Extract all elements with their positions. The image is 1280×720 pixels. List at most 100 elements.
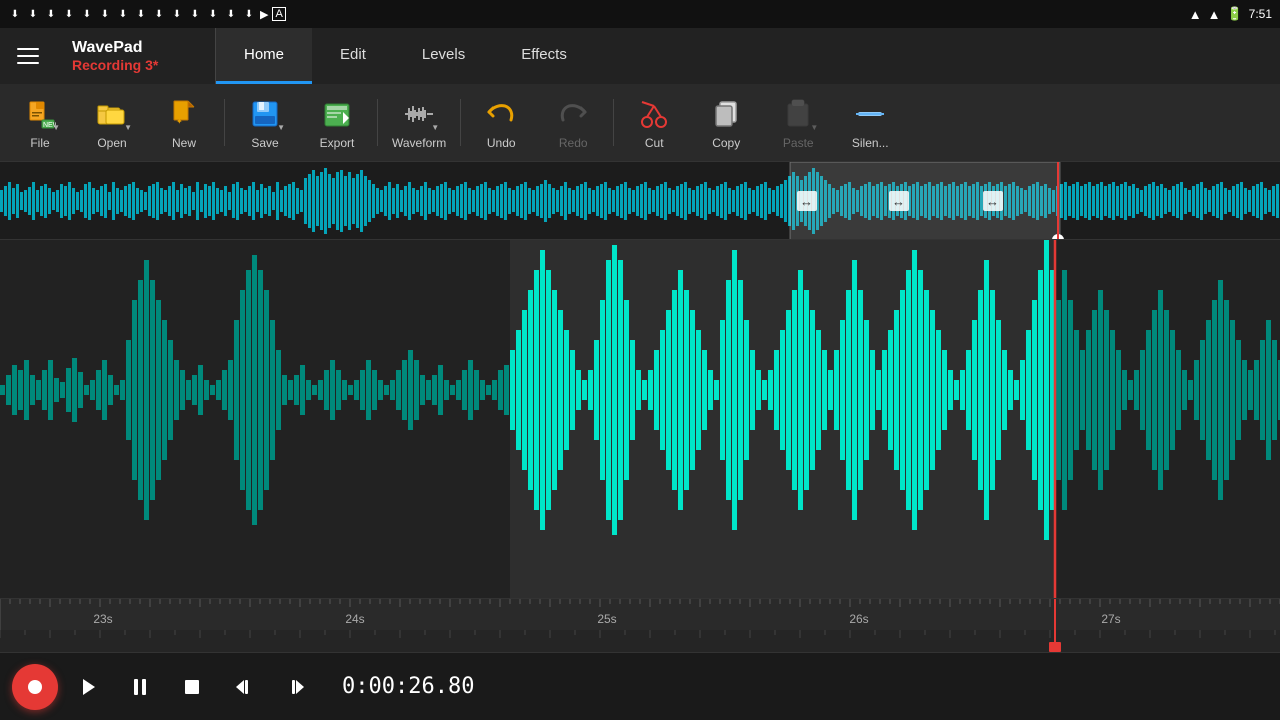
silence-label: Silen... [852, 136, 889, 150]
tab-edit[interactable]: Edit [312, 28, 394, 84]
stop-button[interactable] [170, 665, 214, 709]
signal-icon: ▲ [1208, 7, 1221, 22]
tick-bar-svg [0, 630, 1280, 652]
waveform-label: Waveform [392, 136, 446, 150]
waveform-button[interactable]: ▼ Waveform [382, 84, 456, 161]
svg-text:↔: ↔ [892, 194, 905, 209]
tab-home[interactable]: Home [216, 28, 312, 84]
save-button[interactable]: ▼ Save [229, 84, 301, 161]
play-button[interactable] [66, 665, 110, 709]
cut-icon-area [636, 96, 672, 132]
dl-arrow-3: ⬇ [44, 7, 58, 21]
dl-arrow-7: ⬇ [116, 7, 130, 21]
cut-icon [638, 98, 670, 130]
copy-button[interactable]: Copy [690, 84, 762, 161]
open-dropdown-arrow: ▼ [124, 123, 132, 132]
svg-text:25s: 25s [597, 612, 616, 626]
app-title: WavePad Recording 3* [56, 28, 216, 84]
stop-icon [181, 676, 203, 698]
status-bar: ⬇ ⬇ ⬇ ⬇ ⬇ ⬇ ⬇ ⬇ ⬇ ⬇ ⬇ ⬇ ⬇ ⬇ ▶ A ▲ ▲ 🔋 7:… [0, 0, 1280, 28]
timecode-display: 0:00:26.80 [342, 674, 474, 699]
svg-text:24s: 24s [345, 612, 364, 626]
dl-arrow-5: ⬇ [80, 7, 94, 21]
main-track[interactable] [0, 240, 1280, 598]
undo-button[interactable]: Undo [465, 84, 537, 161]
a-icon-status: A [272, 7, 285, 21]
file-dropdown-arrow: ▼ [52, 123, 60, 132]
timeline[interactable]: 23s 24s 25s 26s 27s [0, 598, 1280, 630]
open-button[interactable]: ▼ Open [76, 84, 148, 161]
timeline-svg: 23s 24s 25s 26s 27s [0, 599, 1280, 631]
silence-button[interactable]: Silen... [834, 84, 906, 161]
status-right: ▲ ▲ 🔋 7:51 [1189, 6, 1272, 22]
battery-icon: 🔋 [1226, 6, 1242, 22]
export-button[interactable]: Export [301, 84, 373, 161]
paste-icon-area: ▼ [780, 96, 816, 132]
svg-text:26s: 26s [849, 612, 868, 626]
svg-text:✦: ✦ [176, 117, 183, 126]
redo-label: Redo [559, 136, 588, 150]
silence-icon [854, 98, 886, 130]
file-label: File [30, 136, 49, 150]
download-icons: ⬇ ⬇ ⬇ ⬇ ⬇ ⬇ ⬇ ⬇ ⬇ ⬇ ⬇ ⬇ ⬇ ⬇ ▶ A [8, 7, 286, 21]
paste-button[interactable]: ▼ Paste [762, 84, 834, 161]
hamburger-icon [17, 48, 39, 64]
clock: 7:51 [1249, 7, 1272, 21]
cut-label: Cut [645, 136, 664, 150]
record-button[interactable] [12, 664, 58, 710]
tab-effects[interactable]: Effects [493, 28, 595, 84]
overview-track[interactable]: ↔ ↔ ↔ [0, 162, 1280, 240]
waveform-container[interactable]: ↔ ↔ ↔ [0, 162, 1280, 652]
fast-forward-button[interactable] [274, 665, 318, 709]
copy-icon-area [708, 96, 744, 132]
waveform-icon-area: ▼ [401, 96, 437, 132]
hamburger-button[interactable] [0, 28, 56, 84]
redo-icon-area [555, 96, 591, 132]
fast-forward-icon [285, 676, 307, 698]
toolbar-sep-1 [224, 99, 225, 145]
dl-arrow-14: ⬇ [242, 7, 256, 21]
dl-arrow-9: ⬇ [152, 7, 166, 21]
file-button[interactable]: NEW ▼ File [4, 84, 76, 161]
svg-text:27s: 27s [1101, 612, 1120, 626]
rewind-button[interactable] [222, 665, 266, 709]
toolbar-sep-3 [460, 99, 461, 145]
redo-icon [557, 98, 589, 130]
new-icon-area: ✦ [166, 96, 202, 132]
overview-waveform-svg: ↔ ↔ ↔ [0, 162, 1280, 240]
new-button[interactable]: ✦ New [148, 84, 220, 161]
open-icon-area: ▼ [94, 96, 130, 132]
cut-button[interactable]: Cut [618, 84, 690, 161]
pause-icon [129, 676, 151, 698]
save-label: Save [251, 136, 278, 150]
play-icon [77, 676, 99, 698]
dl-arrow-10: ⬇ [170, 7, 184, 21]
svg-text:↔: ↔ [800, 194, 813, 209]
redo-button[interactable]: Redo [537, 84, 609, 161]
tab-levels[interactable]: Levels [394, 28, 493, 84]
recording-name: Recording 3* [72, 57, 199, 73]
dl-arrow-12: ⬇ [206, 7, 220, 21]
dl-arrow-13: ⬇ [224, 7, 238, 21]
svg-text:↔: ↔ [986, 194, 999, 209]
undo-icon-area [483, 96, 519, 132]
waveform-dropdown-arrow: ▼ [431, 123, 439, 132]
export-label: Export [320, 136, 355, 150]
transport-bar: 0:00:26.80 [0, 652, 1280, 720]
save-icon-area: ▼ [247, 96, 283, 132]
open-label: Open [97, 136, 126, 150]
wifi-icon: ▲ [1189, 7, 1202, 22]
dl-arrow-6: ⬇ [98, 7, 112, 21]
paste-label: Paste [783, 136, 814, 150]
toolbar: NEW ▼ File ▼ Open ✦ [0, 84, 1280, 162]
export-icon [321, 98, 353, 130]
new-label: New [172, 136, 196, 150]
toolbar-sep-4 [613, 99, 614, 145]
app-name: WavePad [72, 39, 199, 57]
dl-arrow-1: ⬇ [8, 7, 22, 21]
dl-arrow-4: ⬇ [62, 7, 76, 21]
copy-icon [710, 98, 742, 130]
file-icon-area: NEW ▼ [22, 96, 58, 132]
pause-button[interactable] [118, 665, 162, 709]
silence-icon-area [852, 96, 888, 132]
